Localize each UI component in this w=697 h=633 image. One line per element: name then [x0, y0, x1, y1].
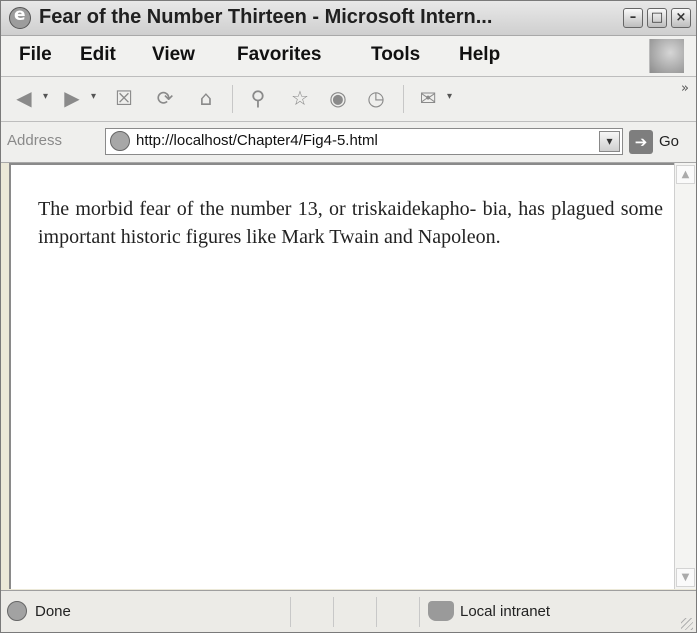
menu-bar: File Edit View Favorites Tools Help [1, 36, 696, 77]
scroll-down-icon[interactable]: ▼ [676, 568, 695, 587]
home-icon[interactable]: ⌂ [193, 85, 219, 111]
address-bar: Address ▾ ➔ Go [1, 122, 696, 163]
windows-logo-icon [649, 39, 684, 73]
toolbar-separator [232, 85, 233, 113]
mail-icon[interactable]: ✉ [415, 85, 441, 111]
back-icon[interactable]: ◀ [11, 85, 37, 111]
page-status-icon [7, 601, 27, 621]
stop-icon[interactable]: ☒ [111, 85, 137, 111]
address-dropdown-icon[interactable]: ▾ [599, 131, 620, 152]
favorites-icon[interactable]: ☆ [287, 85, 313, 111]
close-button[interactable]: × [671, 8, 691, 28]
menu-edit[interactable]: Edit [80, 44, 116, 66]
forward-dropdown-icon[interactable]: ▾ [91, 91, 96, 102]
status-separator [376, 597, 377, 627]
refresh-icon[interactable]: ⟳ [152, 85, 178, 111]
media-icon[interactable]: ◉ [325, 85, 351, 111]
page-content: The morbid fear of the number 13, or tri… [9, 163, 674, 589]
scroll-up-icon[interactable]: ▲ [676, 165, 695, 184]
toolbar-overflow-icon[interactable]: » [681, 81, 689, 96]
forward-icon[interactable]: ▶ [59, 85, 85, 111]
resize-grip-icon[interactable] [681, 618, 693, 630]
toolbar: ◀ ▾ ▶ ▾ ☒ ⟳ ⌂ ⚲ ☆ ◉ ◷ ✉ ▾ » [1, 77, 696, 122]
go-button[interactable]: ➔ Go [629, 130, 691, 154]
menu-favorites[interactable]: Favorites [237, 44, 321, 66]
status-separator [419, 597, 420, 627]
go-arrow-icon[interactable]: ➔ [629, 130, 653, 154]
window-title: Fear of the Number Thirteen - Microsoft … [39, 6, 493, 28]
address-input[interactable] [136, 132, 586, 149]
mail-dropdown-icon[interactable]: ▾ [447, 91, 452, 102]
minimize-button[interactable]: – [623, 8, 643, 28]
security-zone-text: Local intranet [460, 603, 551, 620]
address-field[interactable]: ▾ [105, 128, 623, 155]
browser-window: Fear of the Number Thirteen - Microsoft … [0, 0, 697, 633]
address-label: Address [7, 132, 63, 149]
status-text: Done [35, 603, 71, 620]
vertical-scrollbar[interactable]: ▲ ▼ [674, 163, 696, 589]
paragraph-text: The morbid fear of the number 13, or tri… [38, 198, 663, 248]
menu-tools[interactable]: Tools [371, 44, 420, 66]
menu-view[interactable]: View [152, 44, 195, 66]
history-icon[interactable]: ◷ [363, 85, 389, 111]
maximize-button[interactable]: □ [647, 8, 667, 28]
search-icon[interactable]: ⚲ [245, 85, 271, 111]
ie-logo-icon[interactable] [9, 5, 31, 29]
menu-file[interactable]: File [19, 44, 52, 66]
status-bar: Done Local intranet [1, 590, 696, 632]
menu-help[interactable]: Help [459, 44, 500, 66]
go-label[interactable]: Go [659, 133, 679, 150]
status-separator [290, 597, 291, 627]
title-bar[interactable]: Fear of the Number Thirteen - Microsoft … [1, 1, 696, 36]
status-separator [333, 597, 334, 627]
back-dropdown-icon[interactable]: ▾ [43, 91, 48, 102]
page-icon [110, 131, 130, 151]
local-intranet-icon [428, 601, 454, 621]
toolbar-separator [403, 85, 404, 113]
